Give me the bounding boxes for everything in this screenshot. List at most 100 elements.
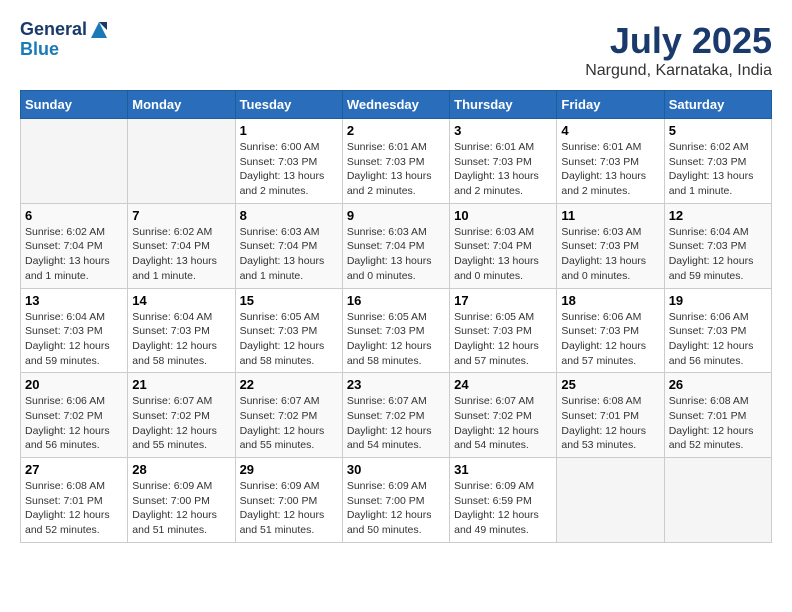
title-block: July 2025 Nargund, Karnataka, India bbox=[585, 20, 772, 80]
calendar-cell: 28 Sunrise: 6:09 AMSunset: 7:00 PMDayligh… bbox=[128, 458, 235, 543]
day-number: 19 bbox=[669, 293, 767, 308]
calendar-cell: 2 Sunrise: 6:01 AMSunset: 7:03 PMDaylight… bbox=[342, 119, 449, 204]
day-number: 6 bbox=[25, 208, 123, 223]
day-number: 8 bbox=[240, 208, 338, 223]
calendar-cell: 1 Sunrise: 6:00 AMSunset: 7:03 PMDaylight… bbox=[235, 119, 342, 204]
calendar-cell: 6Sunrise: 6:02 AMSunset: 7:04 PMDaylight… bbox=[21, 203, 128, 288]
day-detail: Sunrise: 6:09 AMSunset: 7:00 PMDaylight:… bbox=[132, 479, 230, 538]
calendar-cell: 3 Sunrise: 6:01 AMSunset: 7:03 PMDaylight… bbox=[450, 119, 557, 204]
day-detail: Sunrise: 6:05 AMSunset: 7:03 PMDaylight:… bbox=[347, 310, 445, 369]
day-detail: Sunrise: 6:08 AMSunset: 7:01 PMDaylight:… bbox=[669, 394, 767, 453]
calendar-cell: 27Sunrise: 6:08 AMSunset: 7:01 PMDayligh… bbox=[21, 458, 128, 543]
day-number: 26 bbox=[669, 377, 767, 392]
logo-text: GeneralBlue bbox=[20, 20, 109, 60]
day-number: 30 bbox=[347, 462, 445, 477]
calendar-cell: 14 Sunrise: 6:04 AMSunset: 7:03 PMDayligh… bbox=[128, 288, 235, 373]
day-number: 16 bbox=[347, 293, 445, 308]
day-number: 17 bbox=[454, 293, 552, 308]
day-number: 2 bbox=[347, 123, 445, 138]
day-detail: Sunrise: 6:04 AMSunset: 7:03 PMDaylight:… bbox=[25, 310, 123, 369]
day-detail: Sunrise: 6:07 AMSunset: 7:02 PMDaylight:… bbox=[132, 394, 230, 453]
calendar-cell: 21 Sunrise: 6:07 AMSunset: 7:02 PMDayligh… bbox=[128, 373, 235, 458]
calendar-cell: 30 Sunrise: 6:09 AMSunset: 7:00 PMDayligh… bbox=[342, 458, 449, 543]
day-number: 10 bbox=[454, 208, 552, 223]
calendar-cell: 18Sunrise: 6:06 AMSunset: 7:03 PMDayligh… bbox=[557, 288, 664, 373]
calendar-cell: 25 Sunrise: 6:08 AMSunset: 7:01 PMDayligh… bbox=[557, 373, 664, 458]
calendar-cell bbox=[557, 458, 664, 543]
day-detail: Sunrise: 6:03 AMSunset: 7:04 PMDaylight:… bbox=[347, 225, 445, 284]
calendar-cell: 24 Sunrise: 6:07 AMSunset: 7:02 PMDayligh… bbox=[450, 373, 557, 458]
calendar-header-friday: Friday bbox=[557, 91, 664, 119]
day-number: 5 bbox=[669, 123, 767, 138]
calendar-cell bbox=[664, 458, 771, 543]
calendar-cell: 12 Sunrise: 6:04 AMSunset: 7:03 PMDayligh… bbox=[664, 203, 771, 288]
day-detail: Sunrise: 6:04 AMSunset: 7:03 PMDaylight:… bbox=[132, 310, 230, 369]
calendar-cell: 4Sunrise: 6:01 AMSunset: 7:03 PMDaylight… bbox=[557, 119, 664, 204]
day-detail: Sunrise: 6:02 AMSunset: 7:03 PMDaylight:… bbox=[669, 140, 767, 199]
day-detail: Sunrise: 6:01 AMSunset: 7:03 PMDaylight:… bbox=[454, 140, 552, 199]
day-detail: Sunrise: 6:07 AMSunset: 7:02 PMDaylight:… bbox=[454, 394, 552, 453]
calendar-cell: 17 Sunrise: 6:05 AMSunset: 7:03 PMDayligh… bbox=[450, 288, 557, 373]
day-number: 15 bbox=[240, 293, 338, 308]
calendar-week-row: 13 Sunrise: 6:04 AMSunset: 7:03 PMDayligh… bbox=[21, 288, 772, 373]
day-number: 31 bbox=[454, 462, 552, 477]
calendar-week-row: 27Sunrise: 6:08 AMSunset: 7:01 PMDayligh… bbox=[21, 458, 772, 543]
day-detail: Sunrise: 6:03 AMSunset: 7:04 PMDaylight:… bbox=[240, 225, 338, 284]
day-detail: Sunrise: 6:06 AMSunset: 7:02 PMDaylight:… bbox=[25, 394, 123, 453]
day-detail: Sunrise: 6:00 AMSunset: 7:03 PMDaylight:… bbox=[240, 140, 338, 199]
day-number: 21 bbox=[132, 377, 230, 392]
day-number: 11 bbox=[561, 208, 659, 223]
day-number: 25 bbox=[561, 377, 659, 392]
day-detail: Sunrise: 6:03 AMSunset: 7:04 PMDaylight:… bbox=[454, 225, 552, 284]
day-number: 24 bbox=[454, 377, 552, 392]
calendar-header-row: SundayMondayTuesdayWednesdayThursdayFrid… bbox=[21, 91, 772, 119]
calendar-cell: 15 Sunrise: 6:05 AMSunset: 7:03 PMDayligh… bbox=[235, 288, 342, 373]
calendar-cell: 16 Sunrise: 6:05 AMSunset: 7:03 PMDayligh… bbox=[342, 288, 449, 373]
day-detail: Sunrise: 6:04 AMSunset: 7:03 PMDaylight:… bbox=[669, 225, 767, 284]
day-detail: Sunrise: 6:02 AMSunset: 7:04 PMDaylight:… bbox=[132, 225, 230, 284]
day-number: 14 bbox=[132, 293, 230, 308]
day-detail: Sunrise: 6:08 AMSunset: 7:01 PMDaylight:… bbox=[561, 394, 659, 453]
day-number: 29 bbox=[240, 462, 338, 477]
day-number: 3 bbox=[454, 123, 552, 138]
calendar-cell: 8 Sunrise: 6:03 AMSunset: 7:04 PMDaylight… bbox=[235, 203, 342, 288]
day-detail: Sunrise: 6:08 AMSunset: 7:01 PMDaylight:… bbox=[25, 479, 123, 538]
calendar-week-row: 20 Sunrise: 6:06 AMSunset: 7:02 PMDayligh… bbox=[21, 373, 772, 458]
day-number: 4 bbox=[561, 123, 659, 138]
day-detail: Sunrise: 6:05 AMSunset: 7:03 PMDaylight:… bbox=[454, 310, 552, 369]
calendar-table: SundayMondayTuesdayWednesdayThursdayFrid… bbox=[20, 90, 772, 543]
calendar-header-tuesday: Tuesday bbox=[235, 91, 342, 119]
logo-blue: Blue bbox=[20, 39, 59, 59]
calendar-cell: 31Sunrise: 6:09 AMSunset: 6:59 PMDayligh… bbox=[450, 458, 557, 543]
calendar-cell bbox=[21, 119, 128, 204]
day-detail: Sunrise: 6:09 AMSunset: 7:00 PMDaylight:… bbox=[240, 479, 338, 538]
calendar-cell: 29 Sunrise: 6:09 AMSunset: 7:00 PMDayligh… bbox=[235, 458, 342, 543]
calendar-week-row: 1 Sunrise: 6:00 AMSunset: 7:03 PMDaylight… bbox=[21, 119, 772, 204]
calendar-header-saturday: Saturday bbox=[664, 91, 771, 119]
main-title: July 2025 bbox=[585, 20, 772, 62]
day-detail: Sunrise: 6:05 AMSunset: 7:03 PMDaylight:… bbox=[240, 310, 338, 369]
logo-icon bbox=[89, 20, 109, 40]
calendar-header-monday: Monday bbox=[128, 91, 235, 119]
calendar-cell: 5 Sunrise: 6:02 AMSunset: 7:03 PMDaylight… bbox=[664, 119, 771, 204]
day-detail: Sunrise: 6:07 AMSunset: 7:02 PMDaylight:… bbox=[240, 394, 338, 453]
day-number: 18 bbox=[561, 293, 659, 308]
day-number: 13 bbox=[25, 293, 123, 308]
day-detail: Sunrise: 6:09 AMSunset: 7:00 PMDaylight:… bbox=[347, 479, 445, 538]
day-number: 23 bbox=[347, 377, 445, 392]
calendar-cell: 20 Sunrise: 6:06 AMSunset: 7:02 PMDayligh… bbox=[21, 373, 128, 458]
calendar-cell bbox=[128, 119, 235, 204]
calendar-cell: 10 Sunrise: 6:03 AMSunset: 7:04 PMDayligh… bbox=[450, 203, 557, 288]
day-number: 20 bbox=[25, 377, 123, 392]
calendar-cell: 9Sunrise: 6:03 AMSunset: 7:04 PMDaylight… bbox=[342, 203, 449, 288]
subtitle: Nargund, Karnataka, India bbox=[585, 62, 772, 80]
calendar-header-wednesday: Wednesday bbox=[342, 91, 449, 119]
day-number: 1 bbox=[240, 123, 338, 138]
day-number: 28 bbox=[132, 462, 230, 477]
calendar-header-sunday: Sunday bbox=[21, 91, 128, 119]
day-detail: Sunrise: 6:01 AMSunset: 7:03 PMDaylight:… bbox=[347, 140, 445, 199]
day-number: 7 bbox=[132, 208, 230, 223]
calendar-cell: 11Sunrise: 6:03 AMSunset: 7:03 PMDayligh… bbox=[557, 203, 664, 288]
day-number: 12 bbox=[669, 208, 767, 223]
calendar-week-row: 6 Sunrise: 6:02 AMSunset: 7:04 PMDaylight… bbox=[21, 203, 772, 288]
